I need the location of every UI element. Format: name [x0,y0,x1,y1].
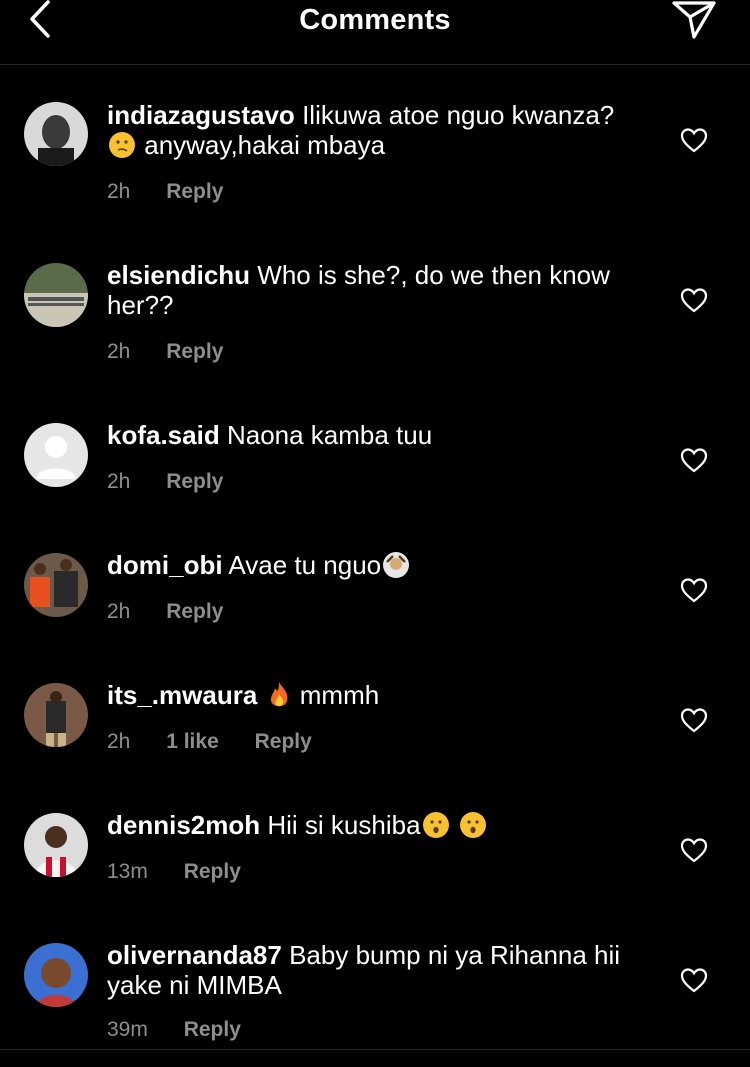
reply-button[interactable]: Reply [166,600,223,624]
comment-body: Ilikuwa atoe nguo kwanza? [302,100,615,130]
hushed-face-emoji [459,812,486,838]
comment-time: 2h [107,180,131,203]
fire-emoji [270,682,287,707]
thinking-face-emoji [109,132,135,158]
avatar[interactable] [24,423,88,487]
comment-meta: 2h 1 like Reply [107,730,312,754]
avatar[interactable] [24,553,88,617]
comment-text: indiazagustavo Ilikuwa atoe nguo kwanza?… [107,100,652,160]
reply-button[interactable]: Reply [166,470,223,494]
comment-text: dennis2moh Hii si kushiba [107,810,652,840]
avatar[interactable] [24,263,88,327]
comment-body: Avae tu nguo [228,550,382,580]
comment-username[interactable]: its_.mwaura [107,680,257,710]
comment-time: 2h [107,340,131,363]
comments-header: Comments [0,0,750,65]
heart-icon[interactable] [680,287,708,313]
comment-time: 39m [107,1018,148,1041]
heart-icon[interactable] [680,577,708,603]
comment-username[interactable]: elsiendichu [107,260,250,290]
page-title: Comments [299,4,451,36]
comment-body: mmmh [299,680,380,710]
comment-body: Hii si kushiba [267,810,421,840]
paper-plane-icon[interactable] [670,0,718,40]
comment-username[interactable]: domi_obi [107,550,223,580]
comment-time: 2h [107,470,131,493]
person-gesturing-ok-emoji [383,552,410,578]
comment-body: Naona kamba tuu [226,420,433,450]
reply-button[interactable]: Reply [184,860,241,884]
comment-text: elsiendichu Who is she?, do we then know… [107,260,652,320]
comment-time: 13m [107,860,148,883]
reply-button[interactable]: Reply [184,1018,241,1042]
avatar[interactable] [24,683,88,747]
reply-button[interactable]: Reply [166,340,223,364]
comment-username[interactable]: kofa.said [107,420,220,450]
comment-time: 2h [107,730,131,753]
heart-icon[interactable] [680,707,708,733]
avatar[interactable] [24,102,88,166]
heart-icon[interactable] [680,967,708,993]
comment-username[interactable]: olivernanda87 [107,940,282,970]
comment-text: olivernanda87 Baby bump ni ya Rihanna hi… [107,940,652,1000]
avatar[interactable] [24,813,88,877]
comment-meta: 2h Reply [107,600,223,624]
comment-meta: 2h Reply [107,340,223,364]
reply-button[interactable]: Reply [255,730,312,754]
comment-meta: 39m Reply [107,1018,241,1042]
comment-time: 2h [107,600,131,623]
comment-meta: 13m Reply [107,860,241,884]
comment-meta: 2h Reply [107,180,223,204]
comment-text: its_.mwaura mmmh [107,680,652,710]
avatar[interactable] [24,943,88,1007]
hushed-face-emoji [422,812,449,838]
comment-body-rest: anyway,hakai mbaya [144,130,386,160]
comment-text: kofa.said Naona kamba tuu [107,420,652,450]
heart-icon[interactable] [680,447,708,473]
heart-icon[interactable] [680,837,708,863]
comment-username[interactable]: dennis2moh [107,810,260,840]
comment-text: domi_obi Avae tu nguo [107,550,652,580]
reply-button[interactable]: Reply [166,180,223,204]
heart-icon[interactable] [680,127,708,153]
comment-username[interactable]: indiazagustavo [107,100,295,130]
divider [0,1049,750,1050]
comment-meta: 2h Reply [107,470,223,494]
likes-count[interactable]: 1 like [166,730,219,754]
